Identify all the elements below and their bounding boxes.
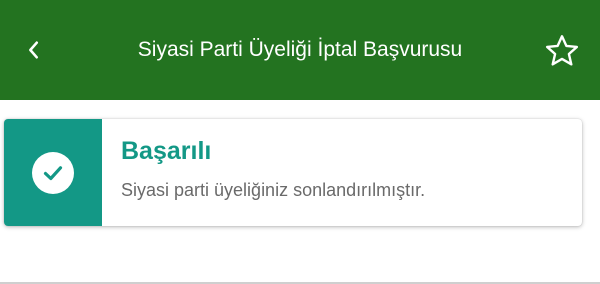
page-title: Siyasi Parti Üyeliği İptal Başvurusu xyxy=(137,38,463,61)
favorite-button[interactable] xyxy=(542,31,582,71)
result-title: Başarılı xyxy=(121,137,212,165)
checkmark-icon xyxy=(43,165,63,180)
result-card: Başarılı Siyasi parti üyeliğiniz sonland… xyxy=(4,119,582,226)
app-bar: Siyasi Parti Üyeliği İptal Başvurusu xyxy=(0,0,600,100)
status-indicator xyxy=(4,119,102,226)
check-circle-icon xyxy=(32,151,74,194)
back-button[interactable] xyxy=(14,30,54,70)
result-message: Siyasi parti üyeliğiniz sonlandırılmıştı… xyxy=(121,180,426,200)
star-outline-icon xyxy=(545,35,579,66)
chevron-left-icon xyxy=(29,41,39,59)
